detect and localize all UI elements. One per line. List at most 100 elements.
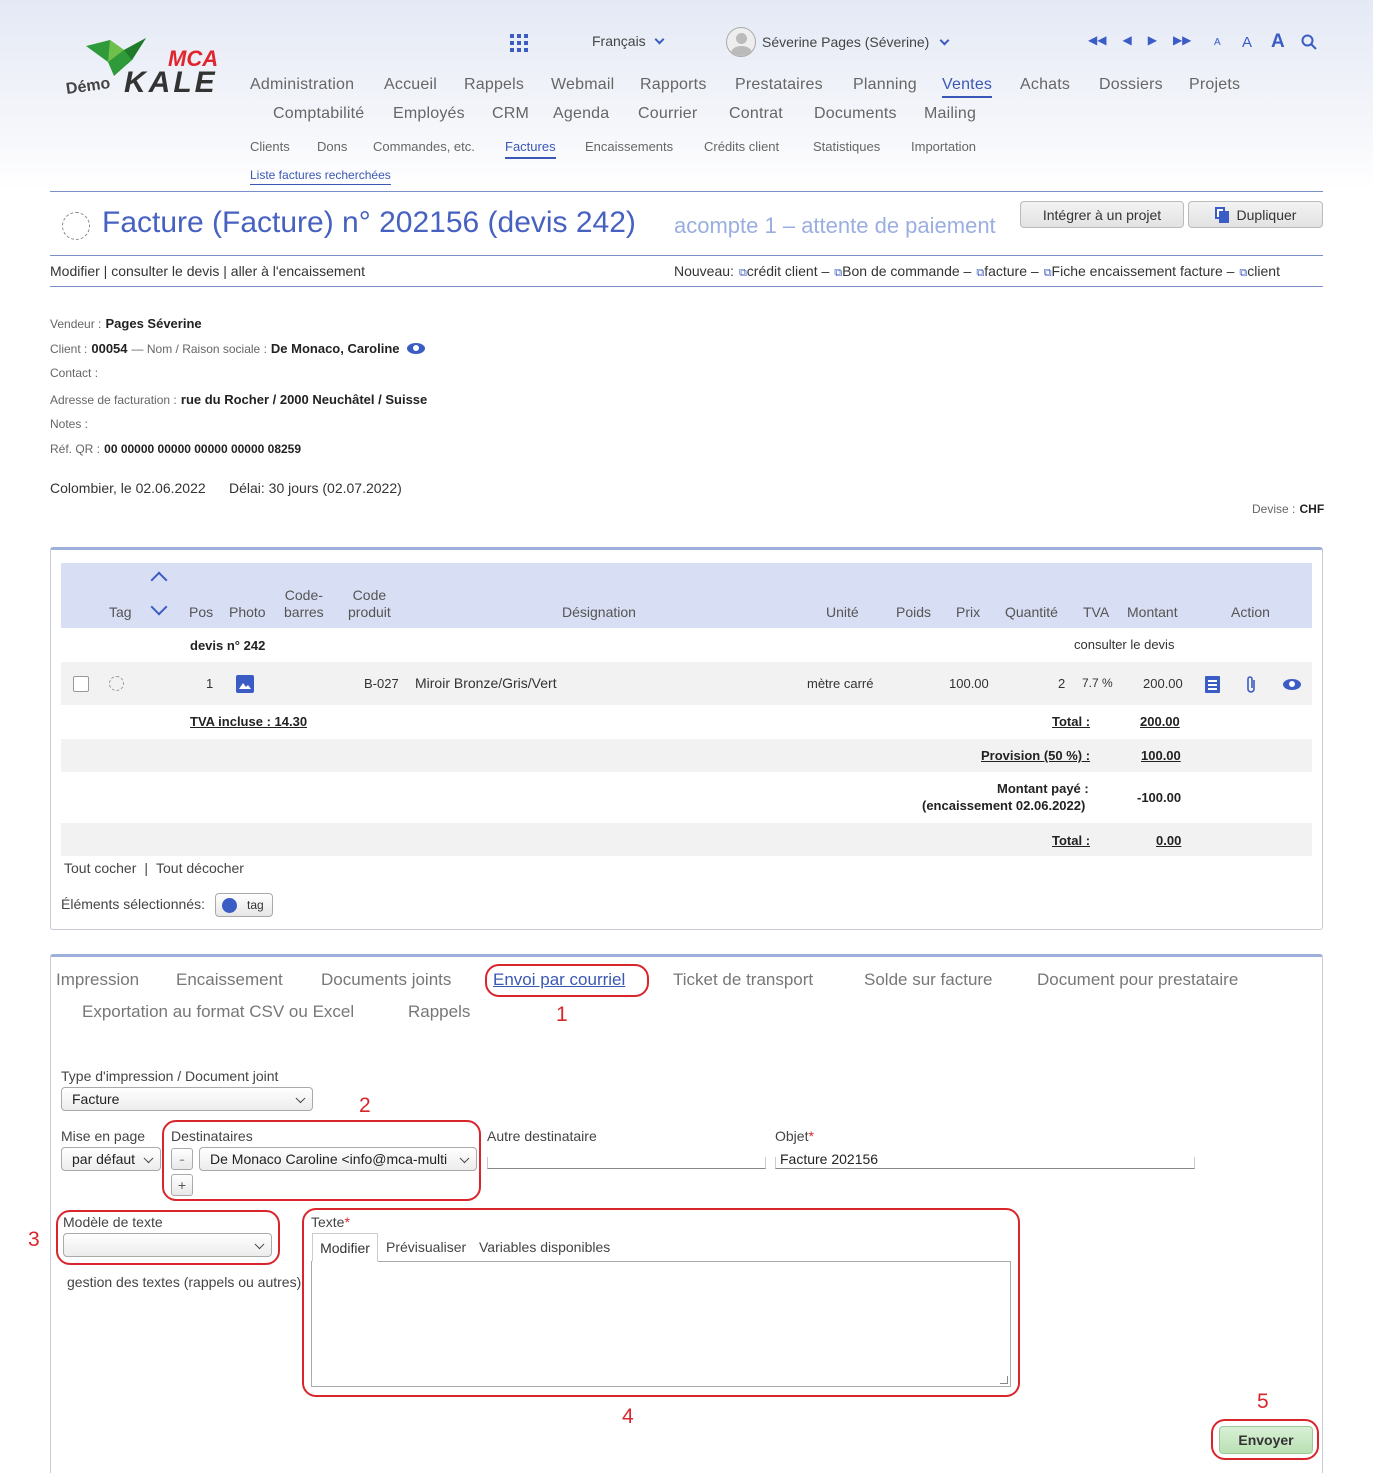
- editor-tab-modifier[interactable]: Modifier: [312, 1233, 378, 1262]
- document-icon[interactable]: [1205, 676, 1220, 693]
- nav-dossiers[interactable]: Dossiers: [1099, 76, 1163, 94]
- tab-document-prestataire[interactable]: Document pour prestataire: [1037, 970, 1238, 990]
- subnav-credits-client[interactable]: Crédits client: [704, 139, 779, 154]
- th-barcode: Code- barres: [284, 587, 324, 620]
- search-results-link[interactable]: Liste factures recherchées: [250, 168, 391, 185]
- annotation-ring-3: [56, 1210, 280, 1265]
- new-client-link[interactable]: ⧉client: [1239, 263, 1280, 280]
- divider: [50, 191, 1323, 192]
- chevron-down-icon: [654, 34, 665, 44]
- nav-achats[interactable]: Achats: [1020, 76, 1070, 94]
- nav-webmail[interactable]: Webmail: [551, 76, 614, 94]
- tab-impression[interactable]: Impression: [56, 970, 139, 990]
- nav-crm[interactable]: CRM: [492, 105, 529, 123]
- tab-ticket-transport[interactable]: Ticket de transport: [673, 970, 813, 990]
- subnav-clients[interactable]: Clients: [250, 139, 290, 154]
- eye-icon[interactable]: [407, 343, 426, 354]
- paperclip-icon[interactable]: [1245, 675, 1257, 694]
- eye-icon[interactable]: [1283, 679, 1301, 690]
- nav-accueil[interactable]: Accueil: [384, 76, 437, 94]
- th-photo: Photo: [229, 604, 266, 620]
- nav-comptabilite[interactable]: Comptabilité: [273, 105, 364, 123]
- row-tva: 7.7 %: [1082, 676, 1113, 690]
- qr-line: Réf. QR : 00 00000 00000 00000 00000 082…: [50, 442, 302, 456]
- manage-texts-link[interactable]: gestion des textes (rappels ou autres): [67, 1274, 301, 1290]
- other-recipient-input[interactable]: [487, 1157, 766, 1169]
- user-name: Séverine Pages (Séverine): [762, 34, 930, 50]
- client-line: Client :00054 — Nom / Raison sociale : De…: [50, 341, 426, 356]
- next-icon[interactable]: ▶: [1148, 33, 1157, 47]
- tab-export-csv[interactable]: Exportation au format CSV ou Excel: [82, 1002, 354, 1022]
- provision-value: 100.00: [1141, 748, 1181, 763]
- duplicate-label: Dupliquer: [1236, 206, 1297, 223]
- nav-administration[interactable]: Administration: [250, 76, 354, 94]
- paid-value: -100.00: [1137, 790, 1182, 805]
- row-tag-radio[interactable]: [109, 676, 124, 691]
- nav-rappels[interactable]: Rappels: [464, 76, 524, 94]
- previous-icon[interactable]: ◀: [1122, 33, 1131, 47]
- tag-button[interactable]: tag: [215, 893, 273, 917]
- group-label: devis n° 242: [190, 638, 266, 653]
- nav-contrat[interactable]: Contrat: [729, 105, 783, 123]
- print-type-select[interactable]: Facture: [61, 1087, 313, 1111]
- invoice-actions[interactable]: Modifier | consulter le devis | aller à …: [50, 263, 365, 279]
- apps-grid-icon[interactable]: [510, 34, 528, 52]
- new-payment-link[interactable]: ⧉Fiche encaissement facture –: [1044, 263, 1235, 280]
- check-all-link[interactable]: Tout cocher: [64, 860, 136, 876]
- subnav-importation[interactable]: Importation: [911, 139, 976, 154]
- tva-incluse: TVA incluse : 14.30: [190, 714, 308, 729]
- subnav-dons[interactable]: Dons: [317, 139, 347, 154]
- integrate-project-button[interactable]: Intégrer à un projet: [1020, 201, 1184, 228]
- language-select[interactable]: Français: [592, 33, 665, 49]
- th-montant: Montant: [1127, 604, 1178, 620]
- nav-employes[interactable]: Employés: [393, 105, 465, 123]
- check-links: Tout cocher | Tout décocher: [64, 860, 244, 876]
- font-medium-button[interactable]: A: [1242, 34, 1252, 51]
- search-icon[interactable]: [1301, 34, 1317, 50]
- nav-projets[interactable]: Projets: [1189, 76, 1240, 94]
- nav-mailing[interactable]: Mailing: [924, 105, 976, 123]
- tab-encaissement[interactable]: Encaissement: [176, 970, 283, 990]
- subnav-commandes[interactable]: Commandes, etc.: [373, 139, 475, 154]
- nav-courrier[interactable]: Courrier: [638, 105, 697, 123]
- total2-value: 0.00: [1156, 833, 1182, 848]
- th-tag: Tag: [109, 604, 132, 620]
- duplicate-button[interactable]: Dupliquer: [1188, 201, 1323, 228]
- subnav-statistiques[interactable]: Statistiques: [813, 139, 880, 154]
- new-invoice-link[interactable]: ⧉facture –: [976, 263, 1038, 280]
- font-small-button[interactable]: A: [1214, 37, 1221, 48]
- nav-agenda[interactable]: Agenda: [553, 105, 609, 123]
- tab-solde-facture[interactable]: Solde sur facture: [864, 970, 993, 990]
- new-credit-link[interactable]: ⧉crédit client –: [739, 263, 829, 280]
- nav-planning[interactable]: Planning: [853, 76, 917, 94]
- tag-dot-icon: [222, 897, 237, 913]
- last-page-icon[interactable]: ▶▶: [1173, 33, 1191, 47]
- logo[interactable]: Démo MCA KALE: [64, 32, 234, 102]
- layout-select[interactable]: par défaut: [61, 1147, 161, 1171]
- subnav-factures[interactable]: Factures: [505, 139, 556, 159]
- tab-documents-joints[interactable]: Documents joints: [321, 970, 451, 990]
- image-icon[interactable]: [236, 675, 254, 693]
- annotation-2: 2: [359, 1094, 371, 1117]
- avatar-icon: [726, 27, 756, 57]
- tab-rappels[interactable]: Rappels: [408, 1002, 470, 1022]
- vendeur-line: Vendeur : Pages Séverine: [50, 316, 202, 331]
- status-circle-icon[interactable]: [62, 212, 90, 240]
- nav-ventes[interactable]: Ventes: [942, 76, 993, 98]
- font-large-button[interactable]: A: [1271, 31, 1285, 53]
- subnav-encaissements[interactable]: Encaissements: [585, 139, 673, 154]
- user-menu[interactable]: Séverine Pages (Séverine): [726, 27, 950, 57]
- place-date: Colombier, le 02.06.2022: [50, 480, 206, 496]
- view-quote-link[interactable]: consulter le devis: [1074, 637, 1174, 652]
- nav-rapports[interactable]: Rapports: [640, 76, 707, 94]
- row-checkbox[interactable]: [73, 676, 89, 692]
- nav-prestataires[interactable]: Prestataires: [735, 76, 823, 94]
- annotation-3: 3: [28, 1228, 40, 1251]
- uncheck-all-link[interactable]: Tout décocher: [156, 860, 244, 876]
- new-order-link[interactable]: ⧉Bon de commande –: [834, 263, 971, 280]
- row-code: B-027: [364, 676, 399, 691]
- chevron-down-icon: [939, 35, 950, 45]
- devise-line: Devise : CHF: [1252, 502, 1325, 516]
- first-page-icon[interactable]: ◀◀: [1088, 33, 1106, 47]
- nav-documents[interactable]: Documents: [814, 105, 897, 123]
